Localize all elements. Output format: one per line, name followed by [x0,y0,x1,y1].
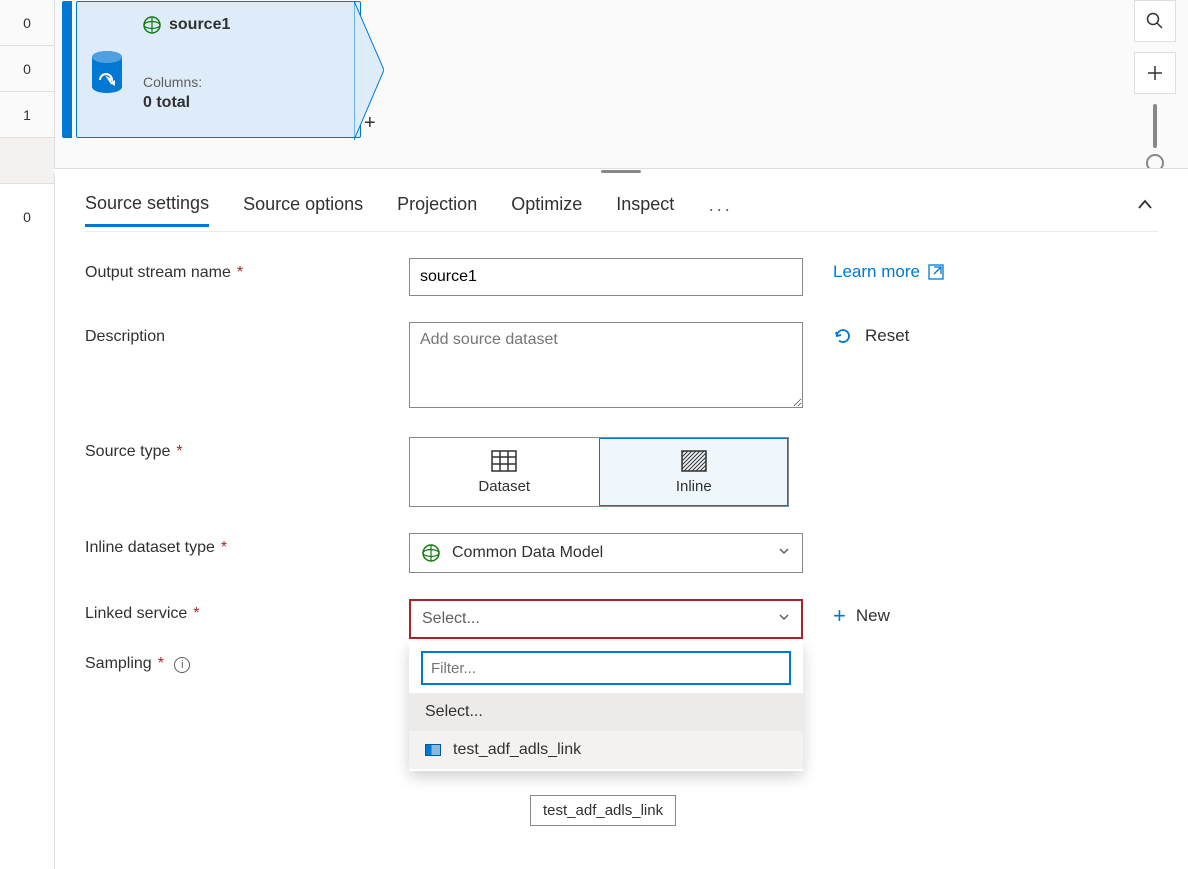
node-body[interactable]: source1 Columns: 0 total [76,1,361,138]
new-linked-service-button[interactable]: New [856,606,890,626]
source-type-label: Source type* [85,437,409,461]
canvas-area: 0 0 1 0 [0,0,1188,168]
source-type-inline[interactable]: Inline [599,438,789,506]
grip-icon [601,170,641,173]
cdm-icon [143,16,161,34]
external-link-icon [928,264,944,280]
dropdown-option-select[interactable]: Select... [409,693,803,731]
ruler-cell: 0 [0,0,54,46]
search-button[interactable] [1134,0,1176,42]
linked-service-dropdown: Select... test_adf_adls_link [409,641,803,771]
canvas-tools [1134,0,1176,172]
output-stream-label: Output stream name* [85,258,409,282]
inline-dataset-type-label: Inline dataset type* [85,533,409,557]
plus-icon [1146,64,1164,82]
dropdown-option-item[interactable]: test_adf_adls_link [409,731,803,769]
node-title: source1 [143,16,350,34]
tab-source-options[interactable]: Source options [243,194,363,225]
source-type-toggle: Dataset Inline [409,437,789,507]
info-icon[interactable]: i [174,657,190,673]
tab-inspect[interactable]: Inspect [616,194,674,225]
reset-button[interactable]: Reset [833,326,909,346]
description-textarea[interactable] [409,322,803,408]
tabs: Source settings Source options Projectio… [85,188,1158,232]
tab-source-settings[interactable]: Source settings [85,193,209,227]
left-ruler: 0 0 1 0 [0,0,54,240]
datastore-icon [425,744,441,756]
chevron-down-icon [778,544,790,562]
inline-dataset-value: Common Data Model [452,544,603,562]
dropdown-filter-input[interactable] [421,651,791,685]
inline-option-text: Inline [676,478,712,495]
sampling-label: Sampling* i [85,649,409,673]
tab-projection[interactable]: Projection [397,194,477,225]
settings-panel: Source settings Source options Projectio… [54,174,1188,869]
source-node[interactable]: source1 Columns: 0 total + [62,0,362,140]
zoom-track[interactable] [1153,104,1157,148]
search-icon [1146,12,1164,30]
dropdown-option-text: test_adf_adls_link [453,741,581,759]
node-columns-total: 0 total [143,94,350,112]
inline-dataset-select[interactable]: Common Data Model [409,533,803,573]
output-stream-input[interactable] [409,258,803,296]
collapse-panel-button[interactable] [1136,196,1154,217]
chevron-up-icon [1136,196,1154,214]
tab-optimize[interactable]: Optimize [511,194,582,225]
linked-service-label: Linked service* [85,599,409,623]
plus-icon: + [833,603,846,629]
tooltip: test_adf_adls_link [530,795,676,826]
dataset-icon [491,450,517,472]
database-icon [87,48,127,96]
form: Output stream name* Learn more Descripti… [85,258,1158,673]
linked-service-placeholder: Select... [422,610,480,628]
chevron-down-icon [778,610,790,628]
learn-more-link[interactable]: Learn more [833,262,944,282]
ruler-cell [0,138,54,184]
description-label: Description [85,322,409,346]
linked-service-select[interactable]: Select... [409,599,803,639]
source-type-dataset[interactable]: Dataset [410,438,599,506]
add-node-button[interactable] [1134,52,1176,94]
reset-icon [833,326,853,346]
node-title-text: source1 [169,16,230,34]
cdm-icon [422,544,440,562]
ruler-cell: 0 [0,46,54,92]
ruler-cell: 1 [0,92,54,138]
node-columns-label: Columns: [143,74,350,90]
inline-icon [681,450,707,472]
tab-overflow[interactable]: ··· [708,199,732,220]
dataset-option-text: Dataset [478,478,530,495]
add-branch-icon[interactable]: + [364,112,376,135]
node-accent [62,1,72,138]
ruler-cell: 0 [0,194,54,240]
